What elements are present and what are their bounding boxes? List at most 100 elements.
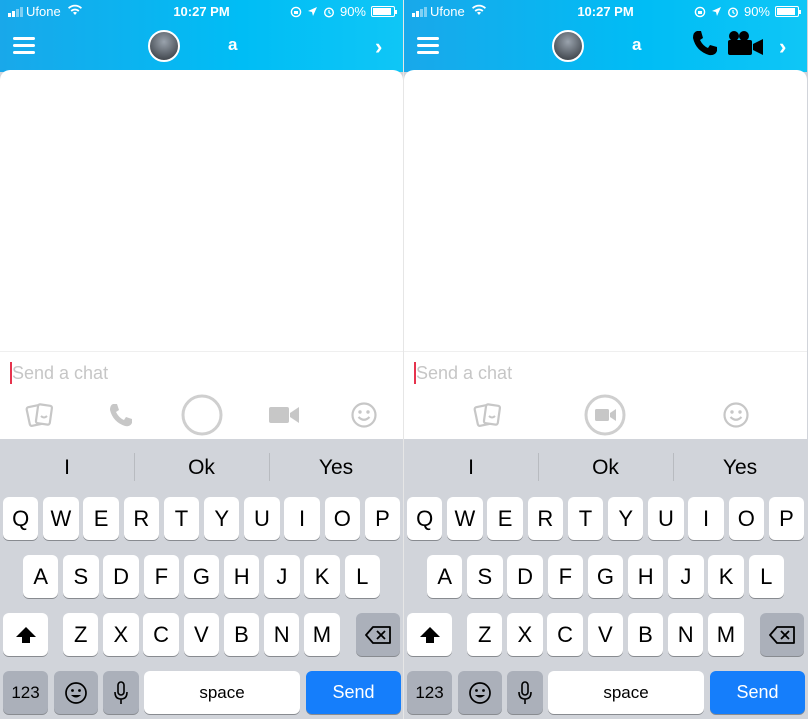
- key-z[interactable]: Z: [467, 613, 503, 656]
- key-i[interactable]: I: [688, 497, 724, 540]
- key-l[interactable]: L: [748, 555, 784, 598]
- stickers-icon[interactable]: [25, 402, 55, 433]
- suggestion-ok[interactable]: Ok: [539, 456, 673, 480]
- send-key[interactable]: Send: [306, 671, 401, 714]
- key-w[interactable]: W: [447, 497, 483, 540]
- key-e[interactable]: E: [487, 497, 523, 540]
- backspace-key[interactable]: [356, 613, 400, 656]
- emoji-icon[interactable]: [350, 401, 378, 434]
- key-i[interactable]: I: [284, 497, 320, 540]
- key-j[interactable]: J: [264, 555, 300, 598]
- key-o[interactable]: O: [324, 497, 360, 540]
- key-j[interactable]: J: [668, 555, 704, 598]
- key-p[interactable]: P: [364, 497, 401, 540]
- numbers-key[interactable]: 123: [3, 671, 48, 714]
- contact-avatar[interactable]: [148, 30, 180, 62]
- stickers-icon[interactable]: [473, 402, 503, 433]
- key-h[interactable]: H: [224, 555, 260, 598]
- key-z[interactable]: Z: [63, 613, 99, 656]
- key-q[interactable]: Q: [3, 497, 39, 540]
- phone-call-icon[interactable]: [691, 29, 719, 57]
- key-c[interactable]: C: [547, 613, 583, 656]
- key-n[interactable]: N: [264, 613, 300, 656]
- backspace-key[interactable]: [760, 613, 804, 656]
- emoji-keyboard-key[interactable]: [54, 671, 98, 714]
- key-y[interactable]: Y: [204, 497, 240, 540]
- key-a[interactable]: A: [427, 555, 463, 598]
- send-key[interactable]: Send: [710, 671, 805, 714]
- key-l[interactable]: L: [344, 555, 380, 598]
- key-b[interactable]: B: [223, 613, 260, 656]
- key-h[interactable]: H: [628, 555, 664, 598]
- key-v[interactable]: V: [183, 613, 219, 656]
- predictive-bar: I Ok Yes: [0, 440, 403, 492]
- chevron-right-icon[interactable]: ›: [779, 36, 786, 58]
- key-a[interactable]: A: [23, 555, 59, 598]
- alarm-icon: [727, 6, 739, 18]
- contact-name[interactable]: a: [632, 35, 641, 55]
- key-d[interactable]: D: [103, 555, 139, 598]
- key-s[interactable]: S: [467, 555, 503, 598]
- emoji-keyboard-key[interactable]: [458, 671, 502, 714]
- key-b[interactable]: B: [627, 613, 664, 656]
- key-t[interactable]: T: [567, 497, 604, 540]
- key-c[interactable]: C: [143, 613, 179, 656]
- numbers-key[interactable]: 123: [407, 671, 452, 714]
- chevron-right-icon[interactable]: ›: [375, 36, 382, 58]
- suggestion-yes[interactable]: Yes: [673, 456, 807, 480]
- key-n[interactable]: N: [668, 613, 704, 656]
- video-icon[interactable]: [268, 404, 300, 431]
- key-x[interactable]: X: [103, 613, 139, 656]
- key-f[interactable]: F: [547, 555, 583, 598]
- key-g[interactable]: G: [587, 555, 624, 598]
- emoji-icon[interactable]: [722, 401, 750, 434]
- status-right: 90%: [694, 4, 801, 19]
- key-f[interactable]: F: [143, 555, 179, 598]
- menu-icon[interactable]: [417, 37, 439, 55]
- key-k[interactable]: K: [304, 555, 340, 598]
- phone-icon[interactable]: [107, 401, 135, 434]
- key-k[interactable]: K: [708, 555, 744, 598]
- dictation-key[interactable]: [103, 671, 139, 714]
- suggestion-ok[interactable]: Ok: [135, 456, 269, 480]
- key-u[interactable]: U: [648, 497, 684, 540]
- shift-icon: [15, 626, 36, 643]
- contact-name[interactable]: a: [228, 35, 237, 55]
- key-w[interactable]: W: [43, 497, 79, 540]
- battery-icon: [371, 6, 397, 17]
- key-s[interactable]: S: [63, 555, 99, 598]
- shift-icon: [419, 626, 440, 643]
- key-y[interactable]: Y: [608, 497, 644, 540]
- chat-input-placeholder: Send a chat: [12, 363, 109, 383]
- key-q[interactable]: Q: [407, 497, 443, 540]
- chat-input[interactable]: Send a chat: [404, 351, 807, 391]
- key-p[interactable]: P: [768, 497, 805, 540]
- key-m[interactable]: M: [304, 613, 340, 656]
- suggestion-i[interactable]: I: [404, 456, 538, 480]
- key-m[interactable]: M: [708, 613, 744, 656]
- camera-shutter-icon[interactable]: [181, 394, 223, 441]
- key-r[interactable]: R: [123, 497, 159, 540]
- suggestion-i[interactable]: I: [0, 456, 134, 480]
- space-key[interactable]: space: [144, 671, 300, 714]
- contact-avatar[interactable]: [552, 30, 584, 62]
- key-v[interactable]: V: [587, 613, 623, 656]
- suggestion-yes[interactable]: Yes: [269, 456, 403, 480]
- dictation-key[interactable]: [507, 671, 543, 714]
- shift-key[interactable]: [407, 613, 452, 656]
- chat-input[interactable]: Send a chat: [0, 351, 403, 391]
- key-u[interactable]: U: [244, 497, 280, 540]
- menu-icon[interactable]: [13, 37, 35, 55]
- video-call-icon[interactable]: [726, 29, 764, 57]
- key-g[interactable]: G: [183, 555, 220, 598]
- key-r[interactable]: R: [527, 497, 563, 540]
- key-x[interactable]: X: [507, 613, 543, 656]
- key-d[interactable]: D: [507, 555, 543, 598]
- space-key[interactable]: space: [548, 671, 704, 714]
- key-t[interactable]: T: [163, 497, 200, 540]
- key-e[interactable]: E: [83, 497, 119, 540]
- video-call-icon[interactable]: [584, 394, 626, 441]
- shift-key[interactable]: [3, 613, 48, 656]
- chat-actions-bar: [0, 391, 403, 439]
- key-o[interactable]: O: [728, 497, 764, 540]
